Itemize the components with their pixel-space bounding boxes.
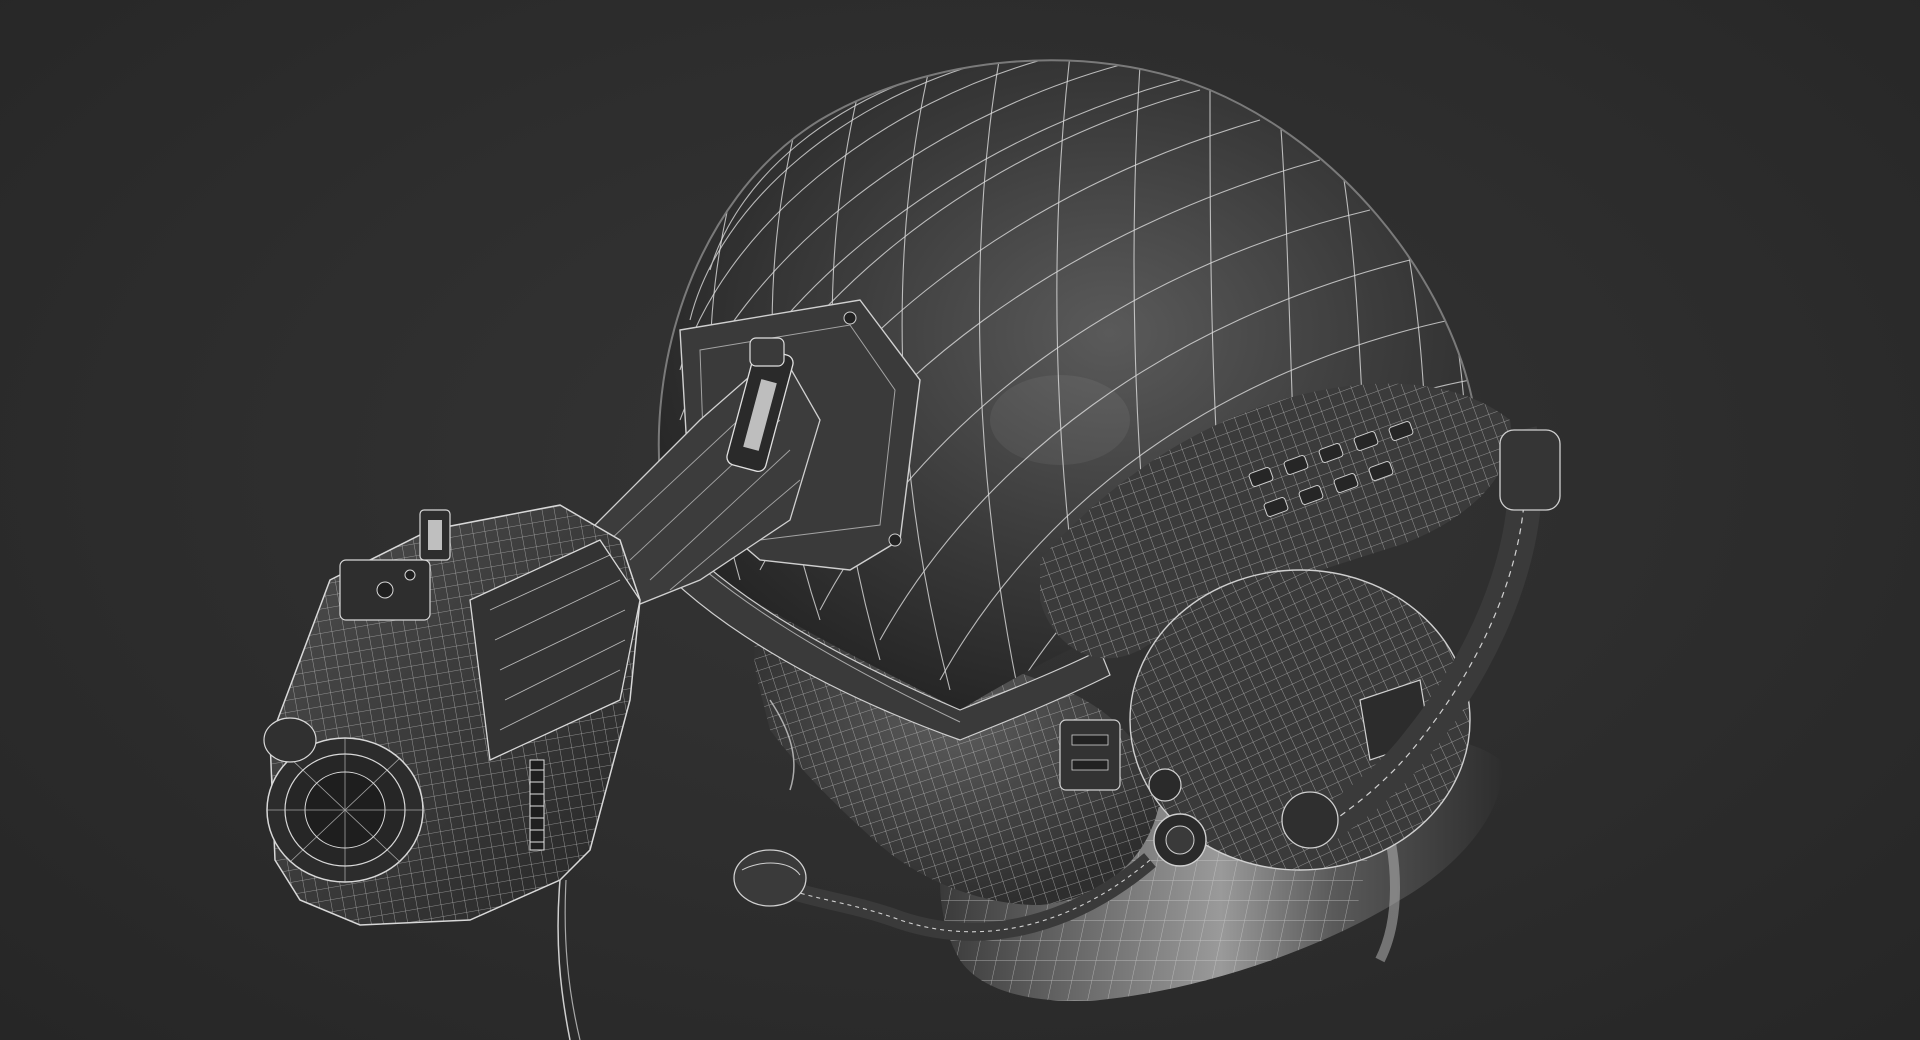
render-viewport (0, 0, 1920, 1040)
helmet-wireframe-render (263, 59, 1561, 1040)
chin-strap-buckle (1059, 719, 1121, 791)
device-zipper-strip (529, 759, 545, 851)
device-cable (557, 879, 581, 1040)
